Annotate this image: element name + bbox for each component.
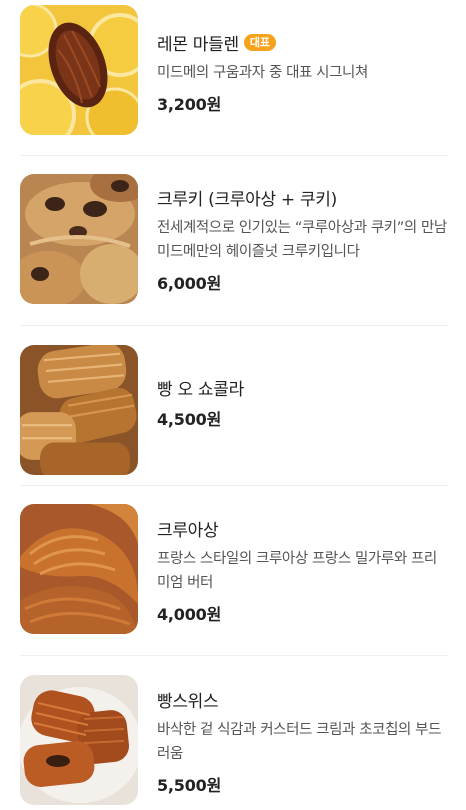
cruki-photo[interactable] xyxy=(20,174,138,304)
item-price: 5,500원 xyxy=(157,776,222,795)
item-description: 바삭한 겉 식감과 커스터드 크림과 초코칩의 부드러움 xyxy=(157,722,442,762)
menu-item-lemon-madeleine[interactable]: 레몬 마들렌 대표 미드메의 구움과자 중 대표 시그니쳐 3,200원 xyxy=(0,0,466,155)
item-info: 빵스위스 바삭한 겉 식감과 커스터드 크림과 초코칩의 부드러움 5,500원 xyxy=(157,675,448,796)
item-price: 6,000원 xyxy=(157,274,222,293)
madeleine-photo[interactable] xyxy=(20,5,138,135)
item-description: 프랑스 스타일의 크루아상 프랑스 밀가루와 프리미엄 버터 xyxy=(157,551,437,591)
menu-item-pain-au-chocolat[interactable]: 빵 오 쇼콜라 4,500원 xyxy=(0,325,466,485)
item-description: 전세계적으로 인기있는 “쿠루아상과 쿠키”의 만남 미드메만의 헤이즐넛 크루… xyxy=(157,220,447,260)
name-row: 크루아상 xyxy=(157,516,448,541)
representative-badge: 대표 xyxy=(243,34,277,51)
item-price: 3,200원 xyxy=(157,95,222,114)
menu-item-croissant[interactable]: 크루아상 프랑스 스타일의 크루아상 프랑스 밀가루와 프리미엄 버터 4,00… xyxy=(0,485,466,655)
name-row: 레몬 마들렌 대표 xyxy=(157,30,448,55)
croissant-photo[interactable] xyxy=(20,504,138,634)
item-name: 크루키 (크루아상 + 쿠키) xyxy=(157,190,337,210)
item-info: 크루키 (크루아상 + 쿠키) 전세계적으로 인기있는 “쿠루아상과 쿠키”의 … xyxy=(157,174,448,294)
item-name: 빵스위스 xyxy=(157,692,219,712)
menu-list: 레몬 마들렌 대표 미드메의 구움과자 중 대표 시그니쳐 3,200원 크루키… xyxy=(0,0,466,810)
item-description: 미드메의 구움과자 중 대표 시그니쳐 xyxy=(157,65,368,81)
pain-suisse-photo[interactable] xyxy=(20,675,138,805)
item-name: 레몬 마들렌 xyxy=(157,35,239,55)
name-row: 크루키 (크루아상 + 쿠키) xyxy=(157,185,448,210)
item-price: 4,000원 xyxy=(157,605,222,624)
item-info: 레몬 마들렌 대표 미드메의 구움과자 중 대표 시그니쳐 3,200원 xyxy=(157,5,448,115)
item-name: 빵 오 쇼콜라 xyxy=(157,380,244,400)
item-price: 4,500원 xyxy=(157,410,222,429)
menu-item-pain-suisse[interactable]: 빵스위스 바삭한 겉 식감과 커스터드 크림과 초코칩의 부드러움 5,500원 xyxy=(0,655,466,810)
menu-item-cruki[interactable]: 크루키 (크루아상 + 쿠키) 전세계적으로 인기있는 “쿠루아상과 쿠키”의 … xyxy=(0,155,466,325)
pain-au-chocolat-photo[interactable] xyxy=(20,345,138,475)
item-info: 빵 오 쇼콜라 4,500원 xyxy=(157,345,448,430)
name-row: 빵 오 쇼콜라 xyxy=(157,375,448,400)
name-row: 빵스위스 xyxy=(157,687,448,712)
item-name: 크루아상 xyxy=(157,521,219,541)
item-info: 크루아상 프랑스 스타일의 크루아상 프랑스 밀가루와 프리미엄 버터 4,00… xyxy=(157,504,448,625)
